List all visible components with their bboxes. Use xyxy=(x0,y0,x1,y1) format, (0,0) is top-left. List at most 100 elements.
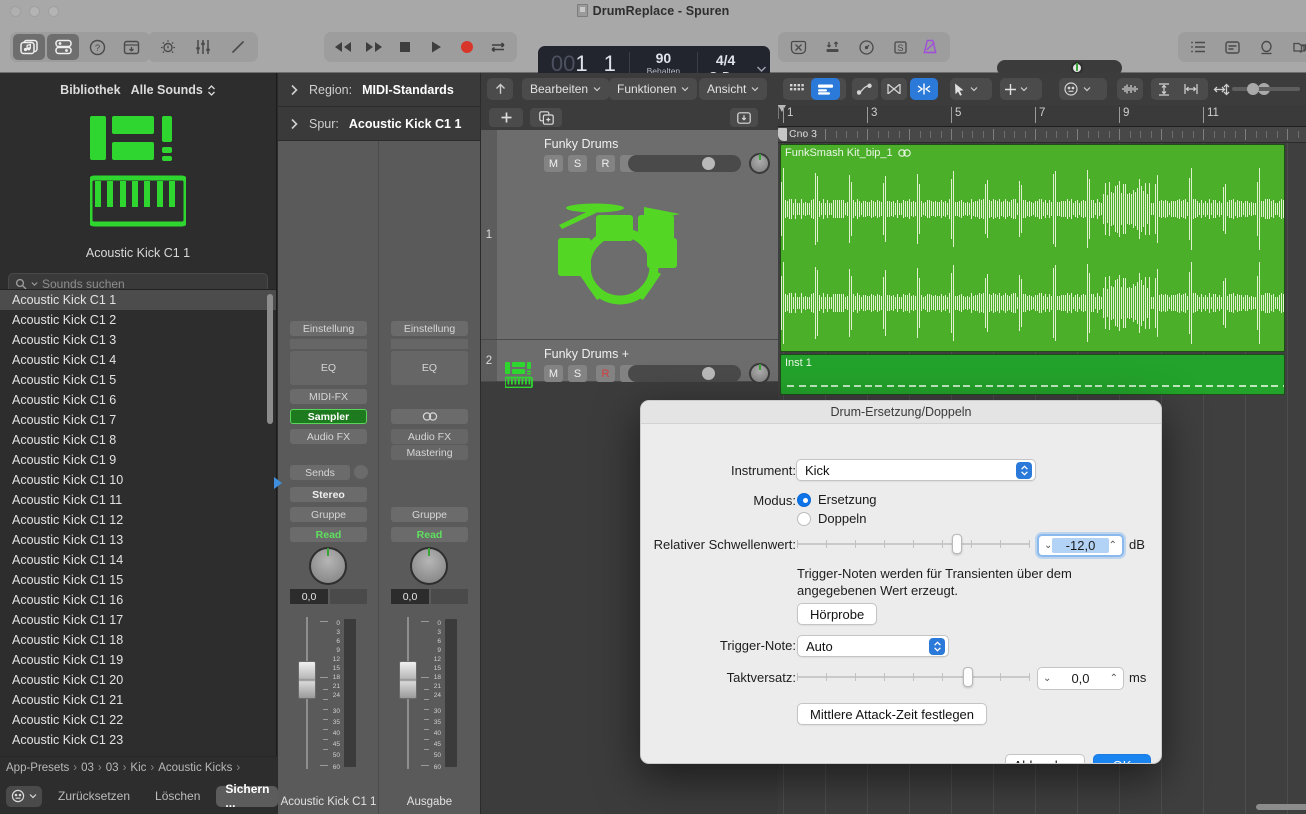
spinner-up-icon[interactable]: ⌃ xyxy=(1109,540,1117,551)
mixer-icon[interactable] xyxy=(187,34,219,60)
breadcrumb-item[interactable]: 03 xyxy=(81,762,94,774)
breadcrumb-item[interactable]: Kic xyxy=(130,762,146,774)
spinner-down-icon[interactable]: ⌄ xyxy=(1044,540,1052,551)
trigger-note-popup[interactable]: Auto xyxy=(797,635,949,657)
inspector-track-row[interactable]: Spur: Acoustic Kick C1 1 xyxy=(278,107,480,141)
list-item[interactable]: Acoustic Kick C1 12 xyxy=(0,510,276,530)
track-mute-button[interactable]: M xyxy=(544,155,563,172)
audio-fx-button[interactable]: Audio FX xyxy=(290,429,367,444)
marquee-tool-group[interactable] xyxy=(1000,78,1042,100)
play-icon[interactable] xyxy=(423,34,450,60)
stepper-icon[interactable] xyxy=(929,638,945,655)
audio-fx-button[interactable]: Audio FX xyxy=(391,429,468,444)
radio-ersetzung[interactable]: Ersetzung xyxy=(797,492,877,507)
up-arrow-icon[interactable] xyxy=(487,78,513,100)
menu-funktionen[interactable]: Funktionen xyxy=(609,78,697,100)
breadcrumb[interactable]: App-Presets› 03› 03› Kic› Acoustic Kicks… xyxy=(0,756,277,778)
mastering-slot-button[interactable]: Mastering xyxy=(391,445,468,460)
pan-value[interactable]: 0,0 xyxy=(290,589,328,604)
send-knob[interactable] xyxy=(354,465,368,479)
list-item[interactable]: Acoustic Kick C1 3 xyxy=(0,330,276,350)
delete-button[interactable]: Löschen xyxy=(146,786,209,807)
spinner-down-icon[interactable]: ⌄ xyxy=(1043,673,1051,684)
threshold-spinner[interactable]: ⌄ -12,0 ⌃ xyxy=(1037,534,1124,557)
breadcrumb-item[interactable]: Acoustic Kicks xyxy=(158,762,232,774)
breadcrumb-item[interactable]: 03 xyxy=(106,762,119,774)
list-item[interactable]: Acoustic Kick C1 16 xyxy=(0,590,276,610)
horizontal-zoom-icon[interactable] xyxy=(1177,78,1205,100)
list-item[interactable]: Acoustic Kick C1 7 xyxy=(0,410,276,430)
list-item[interactable]: Acoustic Kick C1 18 xyxy=(0,630,276,650)
list-item[interactable]: Acoustic Kick C1 9 xyxy=(0,450,276,470)
list-item[interactable]: Acoustic Kick C1 15 xyxy=(0,570,276,590)
track-pan-knob[interactable] xyxy=(749,153,770,174)
list-item[interactable]: Acoustic Kick C1 22 xyxy=(0,710,276,730)
bar-ruler[interactable]: 1357911 xyxy=(778,105,1306,127)
pan-value[interactable]: 0,0 xyxy=(391,589,429,604)
list-item[interactable]: Acoustic Kick C1 11 xyxy=(0,490,276,510)
save-button[interactable]: Sichern ... xyxy=(216,786,278,807)
threshold-thumb[interactable] xyxy=(952,534,962,554)
pan-knob[interactable] xyxy=(309,547,347,585)
fader-handle[interactable] xyxy=(298,661,316,699)
list-item[interactable]: Acoustic Kick C1 19 xyxy=(0,650,276,670)
eq-display[interactable] xyxy=(290,339,367,349)
automation-icon[interactable] xyxy=(852,78,878,100)
tracks-scrollbar-horizontal[interactable] xyxy=(1256,804,1306,810)
marker-flag-icon[interactable] xyxy=(778,128,787,141)
add-track-button[interactable] xyxy=(489,108,523,127)
io-button[interactable]: Stereo xyxy=(290,487,367,502)
horizontal-zoom-slider[interactable] xyxy=(1213,85,1294,93)
track-record-button[interactable]: R xyxy=(596,155,615,172)
track-record-button[interactable]: R xyxy=(596,365,615,382)
track-mute-button[interactable]: M xyxy=(544,365,563,382)
radio-doppeln[interactable]: Doppeln xyxy=(797,511,866,526)
pan-knob[interactable] xyxy=(410,547,448,585)
cycle-icon[interactable] xyxy=(485,34,512,60)
metronome-icon[interactable] xyxy=(914,34,946,60)
lists-icon[interactable] xyxy=(1182,34,1214,60)
forward-icon[interactable] xyxy=(360,34,387,60)
library-scrollbar-vertical[interactable] xyxy=(267,294,273,424)
list-item[interactable]: Acoustic Kick C1 6 xyxy=(0,390,276,410)
record-icon[interactable] xyxy=(454,34,481,60)
track-volume-slider[interactable] xyxy=(628,155,741,172)
menu-bearbeiten[interactable]: Bearbeiten xyxy=(522,78,609,100)
track-pan-knob[interactable] xyxy=(749,363,770,384)
setting-button[interactable]: Einstellung xyxy=(391,321,468,336)
waveform-icon[interactable] xyxy=(1117,78,1143,100)
set-attack-button[interactable]: Mittlere Attack-Zeit festlegen xyxy=(797,703,987,725)
offset-spinner[interactable]: ⌄ 0,0 ⌃ xyxy=(1037,667,1124,690)
punch-in-icon[interactable] xyxy=(816,34,848,60)
smart-controls-group[interactable] xyxy=(1059,78,1107,100)
tuner-icon[interactable] xyxy=(850,34,882,60)
browsers-icon[interactable] xyxy=(1284,34,1306,60)
list-item[interactable]: Acoustic Kick C1 14 xyxy=(0,550,276,570)
vertical-zoom-icon[interactable] xyxy=(1151,78,1177,100)
flex-icon[interactable] xyxy=(881,78,907,100)
count-in-icon[interactable] xyxy=(782,34,814,60)
notes-icon[interactable] xyxy=(1216,34,1248,60)
marker-track[interactable]: Cno 3 xyxy=(778,127,1306,143)
grid-icon[interactable] xyxy=(783,78,811,100)
eq-display[interactable] xyxy=(391,339,468,349)
list-item[interactable]: Acoustic Kick C1 4 xyxy=(0,350,276,370)
list-item[interactable]: Acoustic Kick C1 8 xyxy=(0,430,276,450)
stepper-icon[interactable] xyxy=(1016,462,1032,479)
automation-mode-button[interactable]: Read xyxy=(391,527,468,542)
inspector-toggle-button[interactable] xyxy=(47,34,79,60)
track-solo-button[interactable]: S xyxy=(568,365,587,382)
eq-button[interactable]: EQ xyxy=(391,351,468,385)
inspector-region-row[interactable]: Region: MIDI-Standards xyxy=(278,73,480,107)
hzoom-track[interactable] xyxy=(1232,87,1294,91)
preview-button[interactable]: Hörprobe xyxy=(797,603,877,625)
automation-mode-button[interactable]: Read xyxy=(290,527,367,542)
midi-fx-button[interactable]: MIDI-FX xyxy=(290,389,367,404)
library-filter-popup[interactable]: Alle Sounds xyxy=(131,83,216,97)
threshold-slider[interactable] xyxy=(797,537,1030,551)
output-format-display[interactable] xyxy=(431,589,468,604)
duplicate-track-button[interactable] xyxy=(530,108,562,127)
cancel-button[interactable]: Abbrechen xyxy=(1005,754,1085,764)
offset-value[interactable]: 0,0 xyxy=(1051,671,1109,686)
stereo-icon-button[interactable] xyxy=(391,409,468,424)
